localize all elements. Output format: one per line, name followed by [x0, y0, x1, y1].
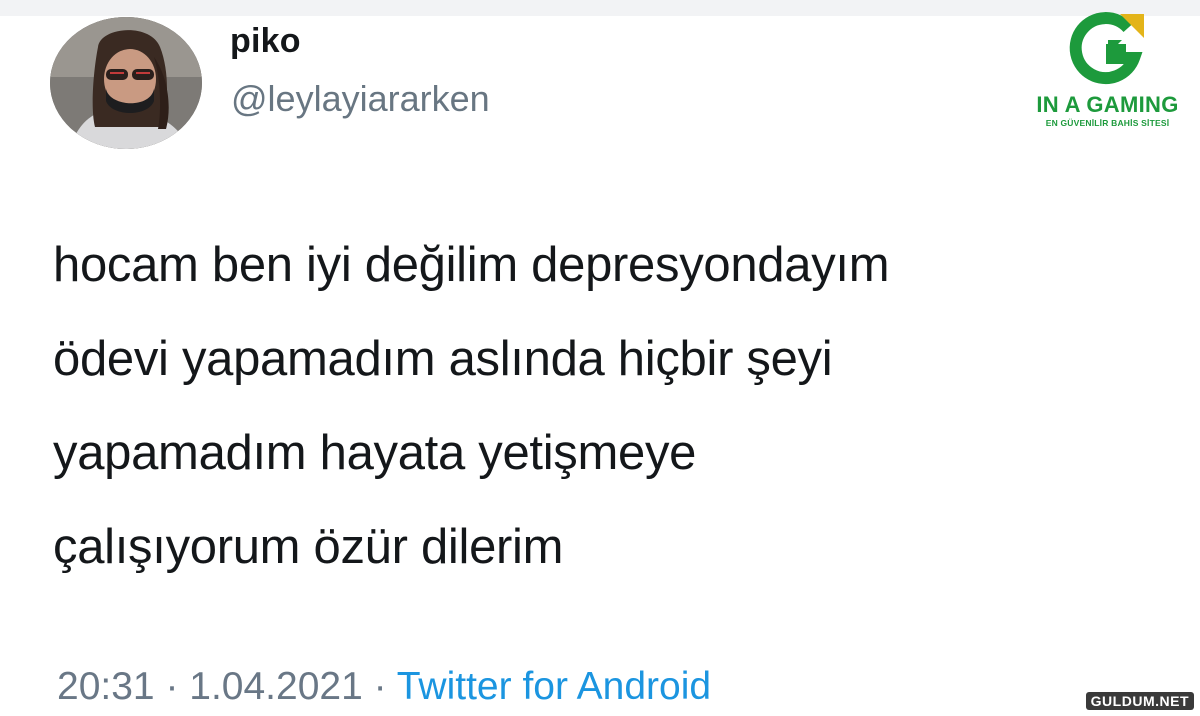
- tweet-text-line: hocam ben iyi değilim depresyondayım: [53, 238, 890, 292]
- site-watermark: GULDUM.NET: [1085, 692, 1194, 710]
- separator: ·: [373, 665, 397, 708]
- brand-logo: IN A GAMING EN GÜVENİLİR BAHİS SİTESİ: [1025, 10, 1190, 140]
- tweet-date[interactable]: 1.04.2021: [189, 665, 363, 708]
- tweet-text-line: çalışıyorum özür dilerim: [53, 520, 564, 574]
- display-name[interactable]: piko: [230, 22, 301, 61]
- tweet-time[interactable]: 20:31: [57, 665, 155, 708]
- tweet-text-line: yapamadım hayata yetişmeye: [53, 426, 697, 480]
- tweet-meta: 20:31 · 1.04.2021 · Twitter for Android: [57, 665, 711, 709]
- brand-tagline: EN GÜVENİLİR BAHİS SİTESİ: [1045, 118, 1170, 128]
- profile-photo-icon: [50, 17, 202, 149]
- user-handle[interactable]: @leylayiararken: [231, 78, 490, 120]
- tweet-card: piko @leylayiararken hocam ben iyi değil…: [0, 0, 1200, 716]
- avatar[interactable]: [50, 17, 202, 149]
- tweet-text-line: ödevi yapamadım aslında hiçbir şeyi: [53, 332, 833, 386]
- brand-g-icon: [1069, 12, 1144, 85]
- tweet-source-link[interactable]: Twitter for Android: [397, 665, 711, 708]
- tweet-text: hocam ben iyi değilim depresyondayım öde…: [53, 218, 1153, 594]
- separator: ·: [165, 665, 190, 708]
- brand-name: IN A GAMING: [1036, 92, 1179, 117]
